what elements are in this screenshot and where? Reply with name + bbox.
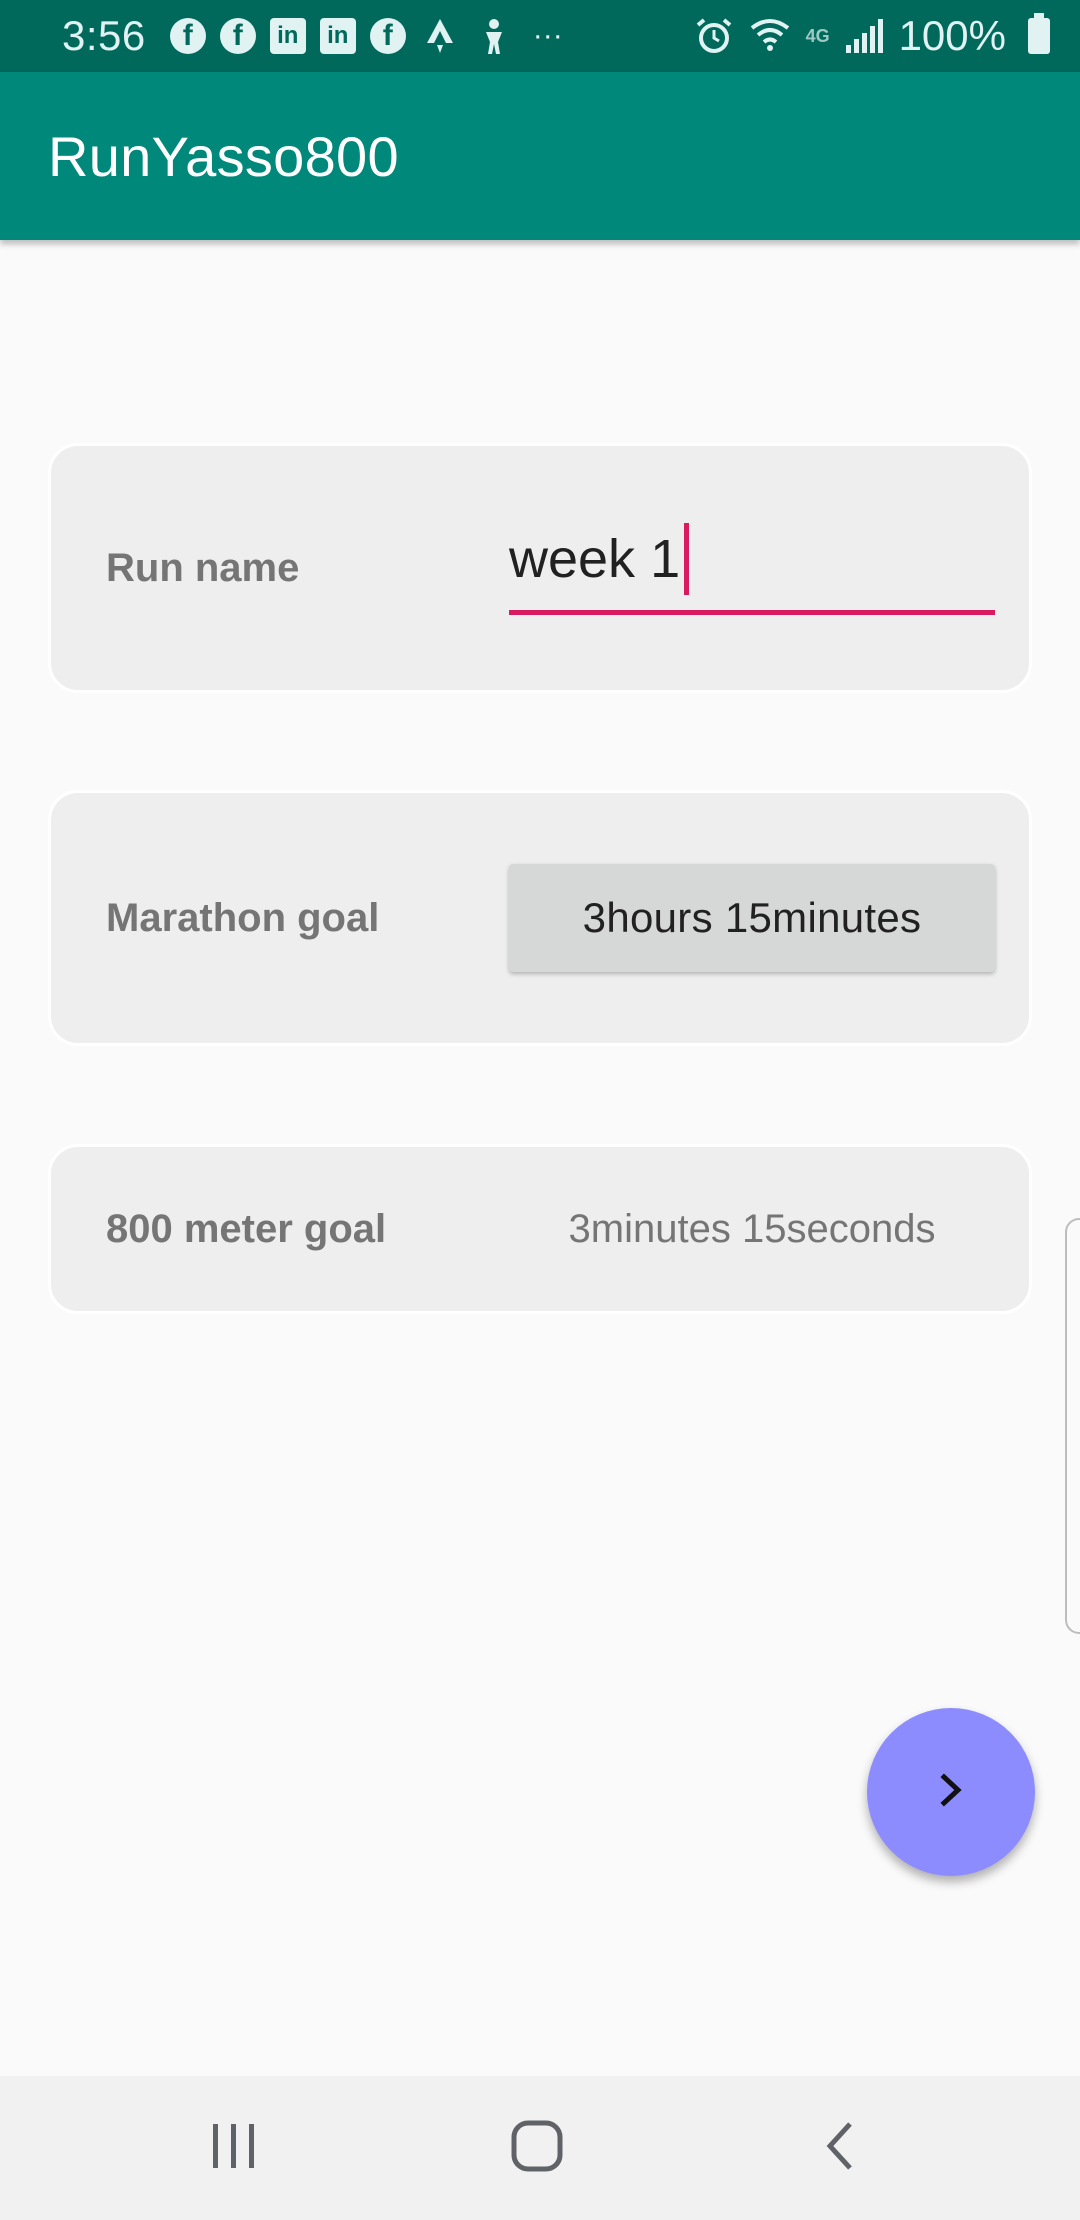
home-icon: [511, 2120, 563, 2177]
meter-goal-card: 800 meter goal 3minutes 15seconds: [48, 1144, 1032, 1314]
linkedin-icon: in: [269, 18, 306, 54]
status-bar: 3:56 f f in in f ··· 4G 100%: [0, 0, 1080, 72]
recents-icon: [209, 2121, 259, 2176]
back-button[interactable]: [780, 2098, 900, 2198]
marathon-goal-button[interactable]: 3hours 15minutes: [509, 864, 995, 972]
network-type: 4G: [805, 25, 830, 46]
facebook-icon: f: [369, 18, 406, 54]
text-cursor: [684, 523, 690, 595]
facebook-icon: f: [169, 18, 206, 54]
meter-goal-value: 3minutes 15seconds: [568, 1206, 936, 1251]
marathon-goal-card: Marathon goal 3hours 15minutes: [48, 790, 1032, 1046]
edge-panel-handle[interactable]: [1065, 1218, 1080, 1634]
chevron-right-icon: [931, 1770, 971, 1815]
notification-icons: f f in in f ···: [169, 16, 568, 56]
facebook-icon: f: [219, 18, 256, 54]
marathon-goal-label: Marathon goal: [106, 895, 380, 940]
home-button[interactable]: [477, 2098, 597, 2198]
system-icons: 4G 100%: [694, 12, 1050, 60]
run-name-card: Run name week 1: [48, 443, 1032, 693]
run-name-input[interactable]: week 1: [509, 523, 995, 595]
alarm-icon: [694, 16, 734, 56]
app-title: RunYasso800: [48, 124, 399, 188]
linkedin-icon: in: [319, 18, 356, 54]
meter-goal-label: 800 meter goal: [106, 1206, 387, 1251]
battery-icon: [1028, 13, 1050, 54]
recents-button[interactable]: [174, 2098, 294, 2198]
run-name-underline: [509, 610, 995, 615]
status-time: 3:56: [62, 12, 146, 59]
app-bar: RunYasso800: [0, 72, 1080, 240]
person-icon: [474, 16, 514, 56]
navigation-bar: [0, 2076, 1080, 2220]
next-fab-button[interactable]: [867, 1708, 1035, 1876]
more-dots-icon: ···: [532, 19, 563, 52]
signal-icon: [845, 19, 883, 53]
back-icon: [820, 2120, 860, 2177]
strava-icon: [420, 16, 460, 56]
run-name-value: week 1: [509, 529, 681, 589]
battery-percent: 100%: [898, 12, 1006, 59]
wifi-icon: [750, 16, 790, 56]
run-name-label: Run name: [106, 545, 300, 590]
